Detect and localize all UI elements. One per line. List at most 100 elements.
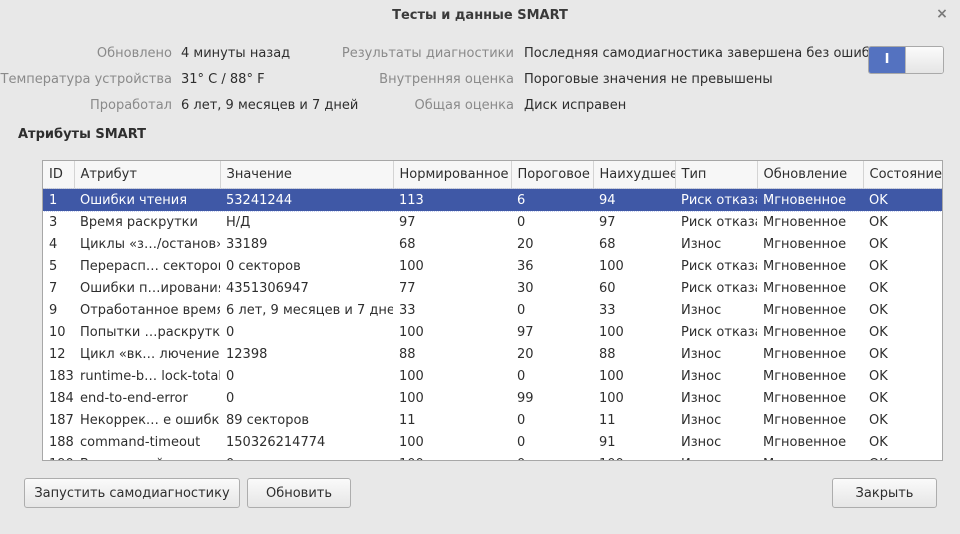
cell-status: OK [869,434,888,450]
updated-value: 4 минуты назад [181,46,291,61]
cell-id: 9 [49,302,58,318]
cell-normalized: 100 [399,390,424,406]
column-header-type[interactable]: Тип [675,161,758,189]
cell-worst: 100 [593,453,675,461]
table-row[interactable]: 183 runtime-b… lock-total 0 100 0 100 Износ Мгн… [43,365,942,387]
column-header-threshold[interactable]: Пороговое [511,161,594,189]
powered-on-label: Проработал [89,98,172,113]
cell-attribute: Некоррек… е ошибки [80,412,220,428]
cell-value: 33189 [226,236,268,252]
cell-id: 187 [49,412,74,428]
cell-worst: 100 [599,390,624,406]
cell-update: Мгновенное [763,324,847,340]
cell-threshold: 0 [517,434,526,450]
cell-update: Мгновенное [763,412,847,428]
table-row[interactable]: 9 Отработанное время 6 лет, 9 месяцев и 7 … [43,299,942,321]
smart-toggle-switch[interactable]: I [868,46,944,74]
table-row[interactable]: 187 Некоррек… е ошибки 89 секторов 11 0 11 Изн… [43,409,942,431]
cell-attribute: Циклы «з…/останов» [80,236,220,252]
cell-update: Мгновенное [763,368,847,384]
table-row[interactable]: 1 Ошибки чтения 53241244 113 6 94 Риск отказа М… [43,187,942,212]
temperature-value: 31° C / 88° F [181,72,265,87]
cell-value: 0 [226,324,235,340]
cell-status: OK [869,368,888,384]
table-row[interactable]: 184 end-to-end-error 0 100 99 100 Износ Мгновен… [43,387,942,409]
column-header-update[interactable]: Обновление [757,161,864,189]
cell-id: 12 [49,346,66,362]
cell-status: OK [863,188,942,211]
close-icon[interactable]: × [934,6,950,22]
cell-threshold: 0 [517,302,526,318]
cell-id: 183 [49,368,74,384]
cell-attribute: command-timeout [80,434,201,450]
internal-assessment-label: Внутренняя оценка [379,72,514,87]
cell-type: Износ [681,434,722,450]
cell-value: 150326214774 [226,434,326,450]
refresh-button[interactable]: Обновить [247,478,351,508]
cell-update: Мгновенное [763,280,847,296]
cell-id: 4 [49,236,58,252]
table-row[interactable]: 7 Ошибки п…ирования 4351306947 77 30 60 Риск о… [43,277,942,299]
temperature-label: Температура устройства [0,72,173,87]
cell-id: 1 [43,188,74,211]
cell-value: 4351306947 [226,280,309,296]
smart-attributes-heading: Атрибуты SMART [18,127,147,142]
cell-id: 5 [49,258,58,274]
cell-update: Мгновенное [763,346,847,362]
column-header-normalized[interactable]: Нормированное [393,161,512,189]
cell-normalized: 100 [399,434,424,450]
table-row[interactable]: 190Высота п…й головки01000100ИзносМгнове… [43,453,942,461]
column-header-attribute[interactable]: Атрибут [74,161,221,189]
column-header-status[interactable]: Состояние [863,161,942,189]
cell-type: Износ [681,412,722,428]
cell-threshold: 0 [511,453,593,461]
cell-status: OK [869,412,888,428]
column-header-worst[interactable]: Наихудшее [593,161,676,189]
cell-attribute: Перерасп… секторов [80,258,220,274]
cell-attribute: Цикл «вк… лючение» [80,346,220,362]
column-header-id[interactable]: ID [43,161,75,189]
cell-status: OK [869,346,888,362]
cell-update: Мгновенное [757,453,863,461]
cell-normalized: 77 [399,280,416,296]
cell-type: Износ [681,346,722,362]
column-header-value[interactable]: Значение [220,161,394,189]
cell-id: 10 [49,324,66,340]
smart-attributes-table[interactable]: ID Атрибут Значение Нормированное Пороговое Н… [42,160,943,461]
cell-worst: 11 [599,412,616,428]
cell-value: 0 [220,453,393,461]
table-row[interactable]: 12 Цикл «вк… лючение» 12398 88 20 88 Износ Мгно… [43,343,942,365]
table-row[interactable]: 3 Время раскрутки Н/Д 97 0 97 Риск отказа Мгнов… [43,211,942,233]
table-row[interactable]: 5 Перерасп… секторов 0 секторов 100 36 100 Рис… [43,255,942,277]
diagnostics-value: Последняя самодиагностика завершена без … [524,46,886,61]
cell-type: Риск отказа [681,324,757,340]
cell-attribute: Ошибки чтения [74,188,220,211]
toggle-on-label: I [869,47,905,73]
cell-worst: 33 [599,302,616,318]
cell-value: 0 [226,368,235,384]
close-button[interactable]: Закрыть [832,478,937,508]
cell-type: Износ [681,368,722,384]
cell-id: 188 [49,434,74,450]
table-row[interactable]: 188 command-timeout 150326214774 100 0 91 Изно… [43,431,942,453]
cell-status: OK [869,280,888,296]
cell-worst: 100 [599,324,624,340]
cell-value: 53241244 [220,188,393,211]
cell-attribute: Отработанное время [80,302,220,318]
cell-status: OK [869,324,888,340]
table-row[interactable]: 4 Циклы «з…/останов» 33189 68 20 68 Износ Мгнов… [43,233,942,255]
run-selftest-button[interactable]: Запустить самодиагностику [24,478,240,508]
cell-normalized: 100 [399,368,424,384]
cell-id: 190 [43,453,74,461]
title-bar: Тесты и данные SMART × [0,0,960,30]
cell-value: 12398 [226,346,268,362]
powered-on-value: 6 лет, 9 месяцев и 7 дней [181,98,359,113]
cell-update: Мгновенное [763,390,847,406]
cell-status: OK [863,453,942,461]
updated-label: Обновлено [96,46,172,61]
table-row[interactable]: 10 Попытки …раскрутки 0 100 97 100 Риск отказа… [43,321,942,343]
cell-update: Мгновенное [763,302,847,318]
cell-update: Мгновенное [757,188,863,211]
cell-worst: 68 [599,236,616,252]
toggle-knob[interactable] [905,47,943,73]
